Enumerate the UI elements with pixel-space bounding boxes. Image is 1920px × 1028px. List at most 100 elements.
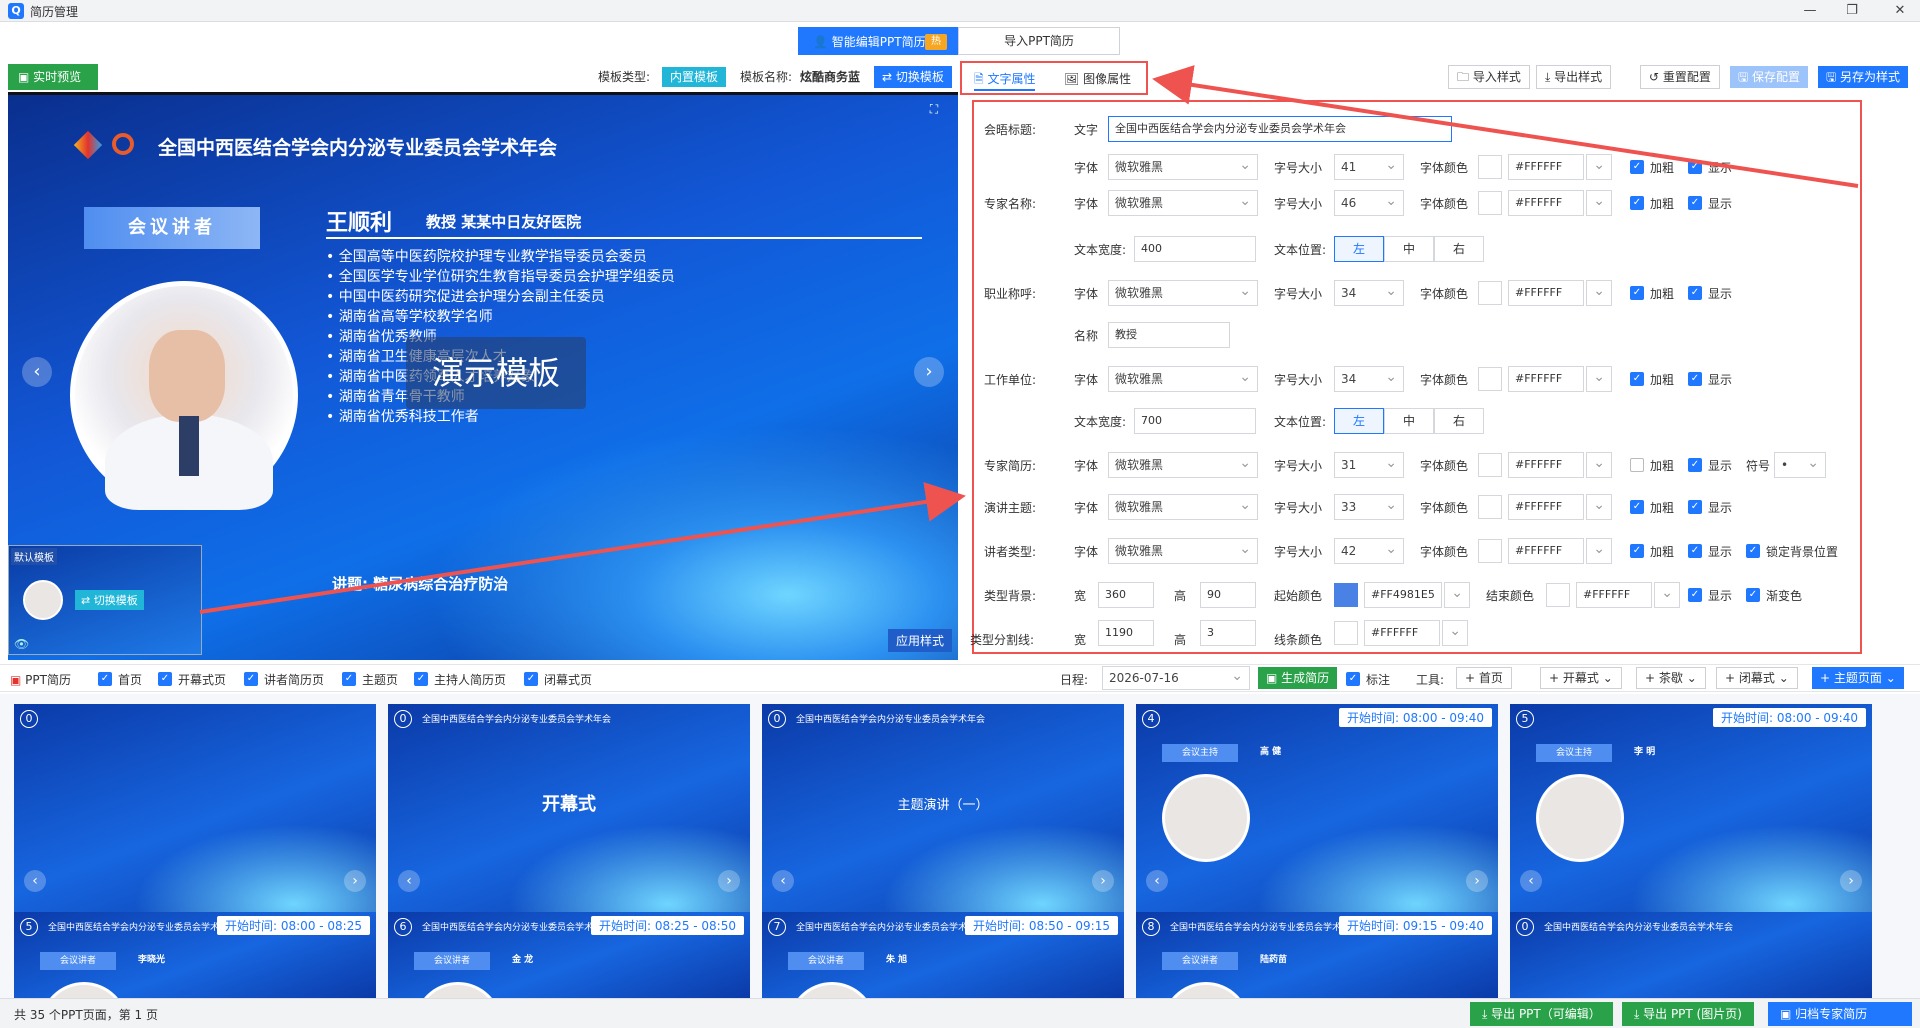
align-left-button[interactable]: 左 <box>1334 236 1384 262</box>
eye-icon[interactable]: 👁 <box>14 637 29 651</box>
card-next-button[interactable]: › <box>1092 870 1114 892</box>
thumb-switch-template-button[interactable]: ⇄ 切换模板 <box>75 590 144 610</box>
generate-resume-button[interactable]: ▣ 生成简历 <box>1258 667 1338 689</box>
page-type-checkbox[interactable]: ✓ <box>414 672 428 686</box>
slide-card[interactable]: 0 ‹ › <box>14 704 376 914</box>
add-home-button[interactable]: + 首页 <box>1456 667 1512 689</box>
show-checkbox[interactable]: ✓ <box>1688 544 1702 558</box>
tab-text-properties[interactable]: 🗎 文字属性 <box>974 69 1036 91</box>
add-tea-break-button[interactable]: + 茶歇 ⌄ <box>1636 667 1706 689</box>
color-dropdown[interactable] <box>1586 537 1612 564</box>
size-select[interactable]: 42 <box>1334 537 1404 564</box>
card-prev-button[interactable]: ‹ <box>1146 870 1168 892</box>
save-config-button[interactable]: 🖫 保存配置 <box>1730 66 1809 88</box>
size-select[interactable]: 33 <box>1334 493 1404 520</box>
symbol-select[interactable]: • <box>1774 451 1826 478</box>
bold-checkbox[interactable]: ✓ <box>1630 196 1644 210</box>
reset-config-button[interactable]: ↺ 重置配置 <box>1640 65 1720 89</box>
align-center-button[interactable]: 中 <box>1384 408 1434 434</box>
align-center-button[interactable]: 中 <box>1384 236 1434 262</box>
line-color-dropdown[interactable] <box>1442 619 1468 646</box>
maximize-button[interactable]: ❐ <box>1842 2 1862 20</box>
show-checkbox[interactable]: ✓ <box>1688 196 1702 210</box>
color-dropdown[interactable] <box>1586 189 1612 216</box>
show-checkbox[interactable]: ✓ <box>1688 458 1702 472</box>
show-checkbox[interactable]: ✓ <box>1688 500 1702 514</box>
default-template-thumbnail[interactable]: 默认模板 ⇄ 切换模板 <box>8 545 202 655</box>
divider-height-input[interactable]: 3 <box>1200 620 1256 646</box>
color-dropdown[interactable] <box>1586 279 1612 306</box>
text-width-input[interactable]: 400 <box>1134 236 1256 262</box>
show-checkbox[interactable]: ✓ <box>1688 286 1702 300</box>
color-swatch[interactable] <box>1478 495 1502 519</box>
end-color-input[interactable]: #FFFFFF <box>1576 582 1652 608</box>
color-swatch[interactable] <box>1478 155 1502 179</box>
slide-card[interactable]: 5 全国中西医结合学会内分泌专业委员会学术年会 开始时间: 08:00 - 08… <box>14 912 376 998</box>
meeting-title-input[interactable]: 全国中西医结合学会内分泌专业委员会学术年会 <box>1108 116 1452 142</box>
show-checkbox[interactable]: ✓ <box>1688 160 1702 174</box>
export-ppt-image-button[interactable]: ⤓ 导出 PPT (图片页) <box>1622 1002 1754 1026</box>
color-swatch[interactable] <box>1478 453 1502 477</box>
card-prev-button[interactable]: ‹ <box>24 870 46 892</box>
bold-checkbox[interactable]: ✓ <box>1630 160 1644 174</box>
font-select[interactable]: 微软雅黑 <box>1108 493 1258 520</box>
add-theme-page-button[interactable]: + 主题页面 ⌄ <box>1812 667 1904 689</box>
color-swatch[interactable] <box>1478 539 1502 563</box>
color-input[interactable]: #FFFFFF <box>1508 154 1584 180</box>
font-select[interactable]: 微软雅黑 <box>1108 365 1258 392</box>
bold-checkbox[interactable]: ✓ <box>1630 544 1644 558</box>
fullscreen-icon[interactable]: ⛶ <box>924 99 944 119</box>
card-next-button[interactable]: › <box>1840 870 1862 892</box>
slide-card[interactable]: 0 全国中西医结合学会内分泌专业委员会学术年会 开幕式 ‹ › <box>388 704 750 914</box>
slide-card[interactable]: 5 开始时间: 08:00 - 09:40 会议主持 李 明 ‹ › <box>1510 704 1872 914</box>
font-select[interactable]: 微软雅黑 <box>1108 537 1258 564</box>
show-checkbox[interactable]: ✓ <box>1688 588 1702 602</box>
profession-name-input[interactable]: 教授 <box>1108 322 1230 348</box>
end-color-swatch[interactable] <box>1546 583 1570 607</box>
minimize-button[interactable]: — <box>1800 2 1820 20</box>
slide-card[interactable]: 6 全国中西医结合学会内分泌专业委员会学术年会 开始时间: 08:25 - 08… <box>388 912 750 998</box>
color-swatch[interactable] <box>1478 191 1502 215</box>
card-next-button[interactable]: › <box>718 870 740 892</box>
export-style-button[interactable]: ⤓ 导出样式 <box>1536 65 1612 89</box>
slide-card[interactable]: 8 全国中西医结合学会内分泌专业委员会学术年会 开始时间: 09:15 - 09… <box>1136 912 1498 998</box>
start-color-swatch[interactable] <box>1334 583 1358 607</box>
bold-checkbox[interactable]: ✓ <box>1630 500 1644 514</box>
date-picker[interactable]: 2026-07-16 <box>1102 665 1250 690</box>
bold-checkbox[interactable] <box>1630 458 1644 472</box>
bg-width-input[interactable]: 360 <box>1098 582 1154 608</box>
live-preview-button[interactable]: ▣ 实时预览 <box>8 64 98 90</box>
end-color-dropdown[interactable] <box>1654 581 1680 608</box>
card-prev-button[interactable]: ‹ <box>772 870 794 892</box>
slide-card[interactable]: 4 开始时间: 08:00 - 09:40 会议主持 高 健 ‹ › <box>1136 704 1498 914</box>
prev-slide-button[interactable]: ‹ <box>22 357 52 387</box>
size-select[interactable]: 34 <box>1334 365 1404 392</box>
bold-checkbox[interactable]: ✓ <box>1630 372 1644 386</box>
slide-card[interactable]: 0 全国中西医结合学会内分泌专业委员会学术年会 主题演讲（一） ‹ › <box>762 704 1124 914</box>
card-next-button[interactable]: › <box>344 870 366 892</box>
mark-checkbox[interactable]: ✓ <box>1346 672 1360 686</box>
tab-image-properties[interactable]: 🖼 图像属性 <box>1064 69 1131 89</box>
mode-import-ppt-button[interactable]: 导入PPT简历 <box>958 27 1120 55</box>
size-select[interactable]: 31 <box>1334 451 1404 478</box>
mode-smart-edit-button[interactable]: 👤 智能编辑PPT简历 热 <box>798 27 958 55</box>
bg-height-input[interactable]: 90 <box>1200 582 1256 608</box>
page-type-checkbox[interactable]: ✓ <box>158 672 172 686</box>
font-select[interactable]: 微软雅黑 <box>1108 279 1258 306</box>
line-color-input[interactable]: #FFFFFF <box>1364 620 1440 646</box>
align-right-button[interactable]: 右 <box>1434 236 1484 262</box>
import-style-button[interactable]: 🗀 导入样式 <box>1448 65 1530 89</box>
font-select[interactable]: 微软雅黑 <box>1108 189 1258 216</box>
export-ppt-editable-button[interactable]: ⤓ 导出 PPT（可编辑） <box>1470 1002 1613 1026</box>
color-dropdown[interactable] <box>1586 493 1612 520</box>
color-dropdown[interactable] <box>1586 365 1612 392</box>
align-left-button[interactable]: 左 <box>1334 408 1384 434</box>
slide-card[interactable]: 7 全国中西医结合学会内分泌专业委员会学术年会 开始时间: 08:50 - 09… <box>762 912 1124 998</box>
slide-card[interactable]: 0 全国中西医结合学会内分泌专业委员会学术年会 <box>1510 912 1872 998</box>
color-input[interactable]: #FFFFFF <box>1508 280 1584 306</box>
card-prev-button[interactable]: ‹ <box>1520 870 1542 892</box>
color-input[interactable]: #FFFFFF <box>1508 366 1584 392</box>
page-type-checkbox[interactable]: ✓ <box>244 672 258 686</box>
page-type-checkbox[interactable]: ✓ <box>342 672 356 686</box>
text-width-input[interactable]: 700 <box>1134 408 1256 434</box>
